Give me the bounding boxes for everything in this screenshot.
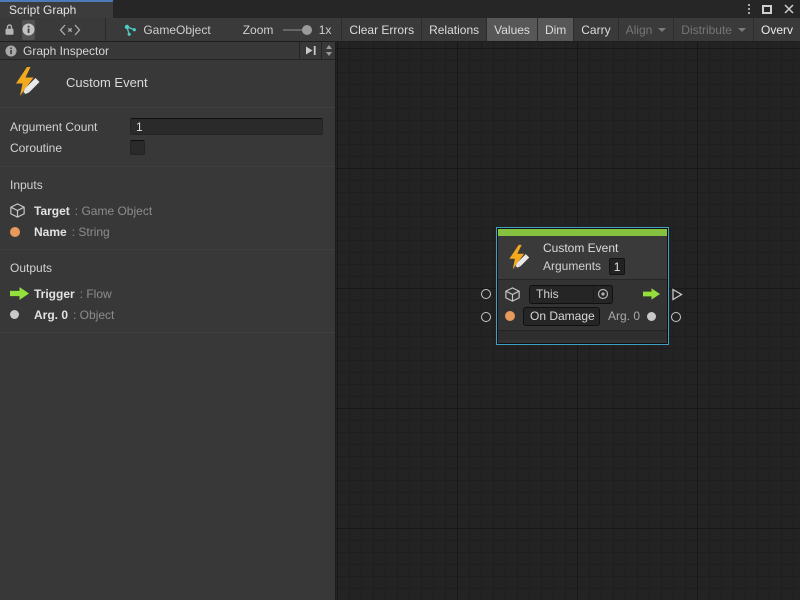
- port-name: Target: [34, 204, 70, 218]
- unit-title: Custom Event: [66, 75, 148, 90]
- info-icon: [22, 23, 35, 36]
- lock-icon[interactable]: [4, 20, 15, 40]
- info-icon: [5, 45, 17, 57]
- scroll-up-icon[interactable]: [326, 45, 332, 49]
- orange-value-dot-icon: [10, 227, 34, 237]
- panel-scroll-spinner[interactable]: [321, 42, 335, 60]
- zoom-label: Zoom: [243, 23, 274, 37]
- custom-event-icon: [506, 244, 533, 271]
- node-frame[interactable]: Custom Event Arguments 1 This: [497, 228, 668, 344]
- graph-toolbar: GameObject Zoom 1x Clear Errors Relation…: [0, 18, 800, 42]
- input-port-name[interactable]: [481, 312, 491, 322]
- custom-event-node[interactable]: Custom Event Arguments 1 This: [497, 228, 668, 344]
- info-toggle-button[interactable]: [22, 20, 35, 40]
- orange-value-dot-icon: [505, 311, 515, 321]
- outputs-section: Outputs Trigger : Flow Arg. 0 : Object: [0, 250, 335, 332]
- node-footer: [498, 330, 667, 340]
- cube-icon: [10, 203, 34, 218]
- graph-inspector-panel: Graph Inspector Custom Event Argument Co…: [0, 42, 336, 600]
- node-row-name: On Damage Arg. 0: [498, 305, 667, 327]
- zoom-slider-handle[interactable]: [302, 25, 312, 35]
- section-divider: [0, 332, 335, 333]
- zoom-slider[interactable]: [283, 29, 311, 31]
- port-type: : Object: [73, 308, 114, 322]
- node-accent-bar: [498, 229, 667, 236]
- tab-label: Script Graph: [9, 3, 76, 17]
- port-row-arg0: Arg. 0 : Object: [0, 304, 335, 325]
- arguments-label: Arguments: [543, 259, 601, 273]
- clear-errors-button[interactable]: Clear Errors: [341, 18, 421, 42]
- zoom-value: 1x: [319, 23, 332, 37]
- outputs-title: Outputs: [0, 258, 335, 283]
- distribute-label: Distribute: [681, 23, 732, 37]
- edit-script-icon[interactable]: [59, 20, 81, 40]
- graph-canvas[interactable]: Custom Event Arguments 1 This: [336, 42, 800, 600]
- flow-arrow-icon: [10, 287, 34, 300]
- output-port-trigger[interactable]: [672, 288, 683, 304]
- gray-value-dot-icon: [10, 310, 34, 319]
- coroutine-label: Coroutine: [10, 141, 130, 155]
- output-port-arg0[interactable]: [671, 312, 681, 322]
- port-name: Trigger: [34, 287, 75, 301]
- gameobject-breadcrumb[interactable]: GameObject: [123, 23, 210, 37]
- window-menu-icon[interactable]: [748, 4, 750, 14]
- arguments-count-input[interactable]: 1: [609, 258, 625, 275]
- selected-unit-header: Custom Event: [0, 60, 335, 107]
- carry-button[interactable]: Carry: [573, 18, 617, 42]
- relations-button[interactable]: Relations: [421, 18, 486, 42]
- node-row-target: This: [498, 283, 667, 305]
- input-port-target[interactable]: [481, 289, 491, 299]
- argument-count-label: Argument Count: [10, 120, 130, 134]
- gameobject-label: GameObject: [143, 23, 210, 37]
- script-graph-icon: [123, 23, 137, 37]
- inputs-section: Inputs Target : Game Object Name : Strin…: [0, 167, 335, 249]
- argument-count-row: Argument Count: [0, 116, 335, 137]
- node-title: Custom Event: [543, 241, 625, 255]
- chevron-down-icon: [738, 28, 746, 32]
- port-row-target: Target : Game Object: [0, 200, 335, 221]
- chevron-down-icon: [658, 28, 666, 32]
- gray-value-dot-icon: [647, 312, 656, 321]
- dock-panel-icon[interactable]: [299, 42, 321, 60]
- graph-inspector-header[interactable]: Graph Inspector: [0, 42, 335, 60]
- values-button[interactable]: Values: [486, 18, 537, 42]
- port-name: Name: [34, 225, 67, 239]
- node-body: This: [498, 280, 667, 330]
- coroutine-checkbox[interactable]: [130, 140, 145, 155]
- close-icon[interactable]: [784, 4, 794, 14]
- unit-settings: Argument Count Coroutine: [0, 108, 335, 166]
- event-name-input[interactable]: On Damage: [523, 307, 600, 326]
- window-tab-bar: Script Graph: [0, 0, 800, 18]
- inputs-title: Inputs: [0, 175, 335, 200]
- cube-icon: [505, 287, 520, 302]
- align-label: Align: [626, 23, 653, 37]
- custom-event-icon: [12, 66, 44, 98]
- tab-script-graph[interactable]: Script Graph: [0, 0, 113, 18]
- port-row-trigger: Trigger : Flow: [0, 283, 335, 304]
- target-object-dropdown[interactable]: This: [529, 285, 613, 304]
- graph-inspector-title: Graph Inspector: [23, 44, 299, 58]
- arg0-label: Arg. 0: [608, 309, 640, 323]
- align-dropdown[interactable]: Align: [618, 18, 674, 42]
- node-arguments-row: Arguments 1: [543, 258, 625, 275]
- maximize-icon[interactable]: [762, 5, 772, 14]
- overview-button[interactable]: Overv: [753, 18, 800, 42]
- target-value: This: [530, 287, 593, 301]
- window-controls: [748, 3, 794, 15]
- argument-count-input[interactable]: [130, 118, 323, 135]
- coroutine-row: Coroutine: [0, 137, 335, 158]
- port-type: : String: [72, 225, 110, 239]
- port-type: : Game Object: [75, 204, 152, 218]
- port-type: : Flow: [80, 287, 112, 301]
- distribute-dropdown[interactable]: Distribute: [673, 18, 753, 42]
- toolbar-buttons: Clear Errors Relations Values Dim Carry …: [341, 18, 800, 42]
- flow-arrow-icon: [643, 288, 660, 300]
- port-name: Arg. 0: [34, 308, 68, 322]
- port-row-name: Name : String: [0, 221, 335, 242]
- node-header[interactable]: Custom Event Arguments 1: [498, 236, 667, 280]
- scroll-down-icon[interactable]: [326, 52, 332, 56]
- object-picker-icon[interactable]: [593, 286, 612, 303]
- node-titles: Custom Event Arguments 1: [543, 241, 625, 275]
- dim-button[interactable]: Dim: [537, 18, 573, 42]
